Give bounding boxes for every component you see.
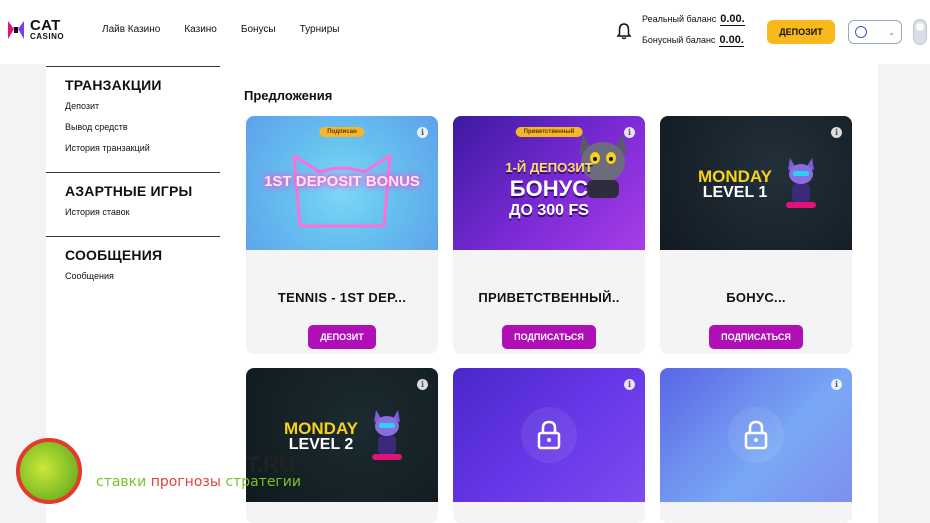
offer-deposit-button[interactable]: ДЕПОЗИТ (308, 325, 376, 349)
logo-text-cat: CAT (30, 17, 61, 34)
main-nav: Лайв Казино Казино Бонусы Турниры (102, 24, 363, 35)
top-header: CAT CASINO Лайв Казино Казино Бонусы Тур… (0, 0, 930, 64)
nav-live-casino[interactable]: Лайв Казино (102, 24, 160, 35)
status-badge: Приветственный (515, 127, 583, 137)
sidebar-item-withdraw[interactable]: Вывод средств (65, 122, 220, 132)
offer-card-welcome[interactable]: 1-Й ДЕПОЗИТ БОНУС ДО 300 FS Приветственн… (453, 116, 645, 354)
offer-title: TENNIS - 1ST DEP... (277, 290, 407, 305)
offer-image: 1-Й ДЕПОЗИТ БОНУС ДО 300 FS Приветственн… (453, 116, 645, 250)
info-icon[interactable]: i (831, 127, 842, 138)
offer-subscribe-button[interactable]: ПОДПИСАТЬСЯ (502, 325, 596, 349)
sidebar-item-transaction-history[interactable]: История транзакций (65, 143, 220, 153)
offer-title: БОНУС... (726, 290, 786, 305)
sidebar-section-gambling: АЗАРТНЫЕ ИГРЫ История ставок (46, 172, 220, 236)
offer-card-monday-1[interactable]: MONDAY LEVEL 1 i БОНУС... ПОДПИСАТЬСЯ (660, 116, 852, 354)
cat-logo-icon (8, 20, 24, 39)
offer-card-tennis[interactable]: 1ST DEPOSIT BONUS Подписан i TENNIS - 1S… (246, 116, 438, 354)
balances: Реальный баланс 0.00. Бонусный баланс 0.… (642, 14, 745, 56)
chevron-down-icon: ⌄ (888, 27, 895, 37)
deposit-button[interactable]: ДЕПОЗИТ (767, 20, 835, 44)
page-title: Предложения (244, 88, 333, 103)
watermark-tag-predictions: прогнозы (150, 474, 221, 490)
offer-image-line1: 1-Й ДЕПОЗИТ (505, 160, 593, 175)
info-icon[interactable]: i (624, 379, 635, 390)
offer-subscribe-button[interactable]: ПОДПИСАТЬСЯ (709, 325, 803, 349)
account-sidebar: ТРАНЗАКЦИИ Депозит Вывод средств История… (46, 66, 220, 300)
cat-character-icon (786, 158, 816, 208)
sidebar-section-messages: СООБЩЕНИЯ Сообщения (46, 236, 220, 300)
logo-text-casino: CASINO (30, 32, 65, 41)
profile-dropdown[interactable]: ⌄ (848, 20, 902, 44)
lock-icon (728, 407, 784, 463)
bell-icon[interactable] (616, 22, 632, 40)
sidebar-heading-transactions: ТРАНЗАКЦИИ (65, 77, 162, 93)
offer-image-line2: LEVEL 1 (702, 184, 768, 201)
offer-image-line3: ДО 300 FS (509, 202, 589, 219)
info-icon[interactable]: i (624, 127, 635, 138)
bonus-balance-value: 0.00. (719, 34, 744, 47)
offer-title: ПРИВЕТСТВЕННЫЙ.. (478, 290, 620, 305)
offer-image-text: MONDAY LEVEL 1 (698, 168, 772, 201)
offer-image: i (453, 368, 645, 502)
sidebar-item-messages[interactable]: Сообщения (65, 271, 220, 281)
offer-card-locked[interactable]: i (453, 368, 645, 523)
offer-image-line2: БОНУС (509, 176, 589, 201)
lock-icon (521, 407, 577, 463)
offer-image: i (660, 368, 852, 502)
sidebar-heading-gambling: АЗАРТНЫЕ ИГРЫ (65, 183, 193, 199)
offer-image: MONDAY LEVEL 1 i (660, 116, 852, 250)
offer-image-line2: LEVEL 2 (288, 436, 354, 453)
cat-character-icon (372, 410, 402, 460)
offer-card-monday-2[interactable]: MONDAY LEVEL 2 i (246, 368, 438, 523)
tennis-ball-icon (16, 438, 82, 504)
watermark-tag-strategies: стратегии (225, 474, 301, 490)
nav-bonuses[interactable]: Бонусы (241, 24, 276, 35)
info-icon[interactable]: i (831, 379, 842, 390)
info-icon[interactable]: i (417, 127, 428, 138)
theme-toggle[interactable] (913, 19, 927, 45)
offer-image-text: 1ST DEPOSIT BONUS (264, 173, 420, 190)
logo[interactable]: CAT CASINO (6, 18, 64, 41)
offer-card-locked[interactable]: i (660, 368, 852, 523)
real-balance-label: Реальный баланс (642, 14, 717, 24)
sidebar-heading-messages: СООБЩЕНИЯ (65, 247, 163, 263)
offer-image-text: MONDAY LEVEL 2 (284, 420, 358, 453)
watermark-tag-bets: ставки (96, 474, 147, 490)
watermark-tagline: ставки прогнозы стратегии (96, 474, 301, 490)
sidebar-item-deposit[interactable]: Депозит (65, 101, 220, 111)
watermark-logo (16, 438, 82, 504)
cat-outline-icon (292, 154, 392, 228)
avatar-icon (855, 26, 867, 38)
real-balance-value: 0.00. (720, 13, 745, 26)
sidebar-section-transactions: ТРАНЗАКЦИИ Депозит Вывод средств История… (46, 66, 220, 172)
nav-tournaments[interactable]: Турниры (300, 24, 340, 35)
bonus-balance-label: Бонусный баланс (642, 35, 716, 45)
offer-image: 1ST DEPOSIT BONUS Подписан i (246, 116, 438, 250)
sidebar-item-bet-history[interactable]: История ставок (65, 207, 220, 217)
nav-casino[interactable]: Казино (184, 24, 217, 35)
status-badge: Подписан (319, 127, 365, 137)
offer-image-line1: MONDAY (284, 419, 358, 438)
info-icon[interactable]: i (417, 379, 428, 390)
offer-image-line1: MONDAY (698, 167, 772, 186)
